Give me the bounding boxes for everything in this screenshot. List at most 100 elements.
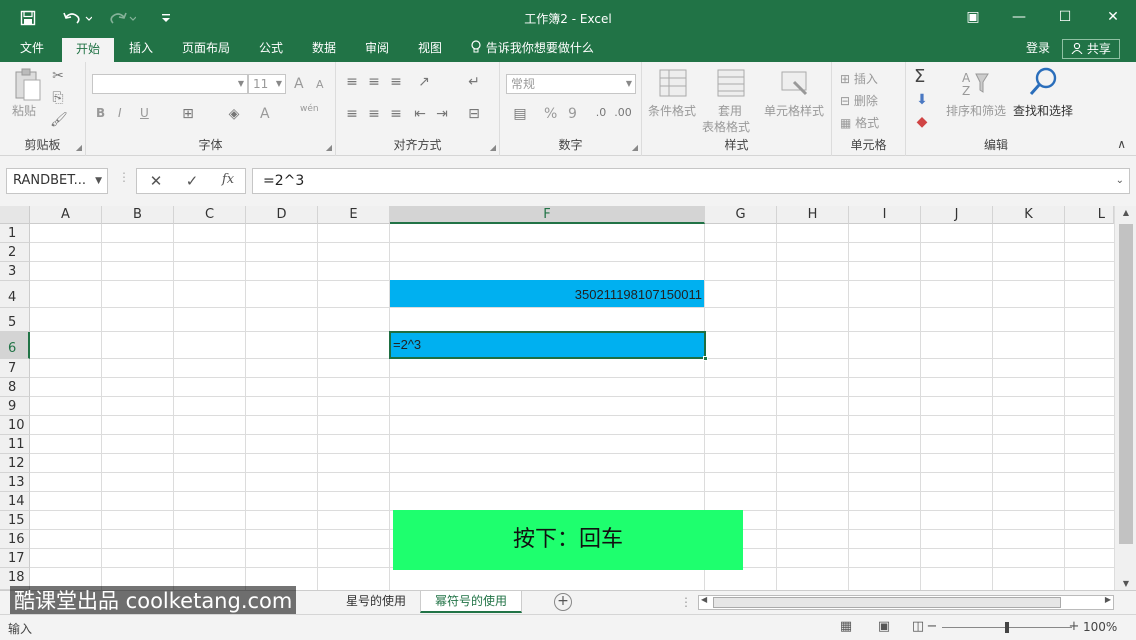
- row-header-5[interactable]: 5: [0, 308, 30, 332]
- cancel-button[interactable]: ✕: [145, 172, 167, 190]
- dialog-launcher-icon[interactable]: ◢: [326, 143, 332, 152]
- font-size-combo[interactable]: 11 ▼: [248, 74, 286, 94]
- font-color-button[interactable]: A: [260, 106, 270, 122]
- bold-button[interactable]: B: [96, 106, 105, 120]
- sheet-tab-power[interactable]: 幂符号的使用: [420, 591, 522, 613]
- format-painter-icon[interactable]: 🖌: [50, 112, 68, 128]
- dialog-launcher-icon[interactable]: ◢: [76, 143, 82, 152]
- zoom-in-icon[interactable]: +: [1066, 619, 1082, 635]
- underline-button[interactable]: U: [140, 106, 149, 120]
- row-header-3[interactable]: 3: [0, 262, 30, 281]
- share-button[interactable]: 共享: [1062, 39, 1120, 59]
- tab-review[interactable]: 审阅: [354, 36, 400, 62]
- zoom-out-icon[interactable]: −: [924, 619, 940, 635]
- undo-icon[interactable]: [60, 8, 94, 28]
- grow-font-button[interactable]: A: [294, 76, 304, 92]
- vertical-scrollbar[interactable]: ▲ ▼: [1114, 206, 1136, 590]
- page-layout-view-icon[interactable]: ▣: [876, 619, 892, 635]
- name-box[interactable]: RANDBET... ▼: [6, 168, 108, 194]
- sheet-tab-asterisk[interactable]: 星号的使用: [334, 591, 418, 613]
- border-icon[interactable]: ⊞: [178, 106, 198, 122]
- col-header-b[interactable]: B: [102, 206, 174, 224]
- conditional-format-icon[interactable]: [658, 68, 688, 98]
- zoom-slider-knob[interactable]: [1005, 622, 1009, 633]
- autosum-button[interactable]: Σ: [914, 66, 925, 87]
- tab-insert[interactable]: 插入: [116, 36, 166, 62]
- merge-center-icon[interactable]: ⊟: [464, 106, 484, 122]
- row-header-13[interactable]: 13: [0, 473, 30, 492]
- italic-button[interactable]: I: [118, 106, 122, 120]
- paste-icon[interactable]: [12, 68, 42, 102]
- format-as-table-icon[interactable]: [716, 68, 746, 98]
- col-header-a[interactable]: A: [30, 206, 102, 224]
- collapse-ribbon-button[interactable]: ∧: [1117, 137, 1126, 151]
- tab-page-layout[interactable]: 页面布局: [170, 36, 242, 62]
- wrap-text-icon[interactable]: ↵: [466, 74, 482, 90]
- format-cells-button[interactable]: ▦ 格式: [840, 114, 879, 131]
- align-top-icon[interactable]: ≡: [344, 74, 360, 90]
- dialog-launcher-icon[interactable]: ◢: [490, 143, 496, 152]
- tell-me-box[interactable]: 告诉我你想要做什么: [470, 36, 594, 62]
- col-header-c[interactable]: C: [174, 206, 246, 224]
- comma-button[interactable]: 9: [568, 106, 577, 122]
- tab-split-grip[interactable]: ⋮: [680, 595, 692, 609]
- formula-bar-grip[interactable]: ⋮: [118, 170, 130, 184]
- col-header-k[interactable]: K: [993, 206, 1065, 224]
- col-header-i[interactable]: I: [849, 206, 921, 224]
- fill-handle[interactable]: [703, 356, 708, 361]
- increase-decimal-icon[interactable]: .0: [592, 106, 610, 119]
- col-header-e[interactable]: E: [318, 206, 390, 224]
- login-link[interactable]: 登录: [1026, 36, 1050, 60]
- row-header-4[interactable]: 4: [0, 281, 30, 308]
- orientation-icon[interactable]: ↗: [414, 74, 434, 90]
- decrease-indent-icon[interactable]: ⇤: [412, 106, 428, 122]
- dialog-launcher-icon[interactable]: ◢: [632, 143, 638, 152]
- decrease-decimal-icon[interactable]: .00: [614, 106, 632, 119]
- ribbon-display-icon[interactable]: ▣: [950, 0, 996, 34]
- col-header-j[interactable]: J: [921, 206, 993, 224]
- cell-f4[interactable]: 350211198107150011: [390, 280, 704, 307]
- cell-f6-active[interactable]: =2^3: [389, 331, 708, 361]
- col-header-h[interactable]: H: [777, 206, 849, 224]
- zoom-level[interactable]: 100%: [1083, 620, 1117, 634]
- chevron-down-icon[interactable]: ⌄: [1116, 169, 1124, 193]
- align-center-icon[interactable]: ≡: [366, 106, 382, 122]
- scroll-up-icon[interactable]: ▲: [1115, 208, 1136, 217]
- eraser-icon[interactable]: ◆: [914, 114, 930, 130]
- row-header-12[interactable]: 12: [0, 454, 30, 473]
- insert-function-button[interactable]: fx: [217, 172, 239, 190]
- fill-down-icon[interactable]: ⬇: [914, 92, 930, 108]
- row-header-1[interactable]: 1: [0, 224, 30, 243]
- scroll-left-icon[interactable]: ◀: [701, 595, 707, 604]
- row-header-14[interactable]: 14: [0, 492, 30, 511]
- align-right-icon[interactable]: ≡: [388, 106, 404, 122]
- scroll-down-icon[interactable]: ▼: [1115, 579, 1136, 588]
- enter-button[interactable]: ✓: [181, 172, 203, 190]
- align-middle-icon[interactable]: ≡: [366, 74, 382, 90]
- delete-cells-button[interactable]: ⊟ 删除: [840, 92, 878, 109]
- shrink-font-button[interactable]: A: [316, 78, 324, 91]
- horizontal-scrollbar[interactable]: ◀ ▶: [698, 595, 1114, 610]
- scroll-thumb[interactable]: [1119, 224, 1133, 544]
- formula-input[interactable]: =2^3 ⌄: [252, 168, 1130, 194]
- hscroll-thumb[interactable]: [713, 597, 1061, 608]
- find-select-icon[interactable]: [1028, 66, 1058, 98]
- row-header-2[interactable]: 2: [0, 243, 30, 262]
- close-button[interactable]: ✕: [1090, 0, 1136, 34]
- scroll-right-icon[interactable]: ▶: [1105, 595, 1111, 604]
- row-header-15[interactable]: 15: [0, 511, 30, 530]
- row-header-6[interactable]: 6: [0, 332, 30, 359]
- normal-view-icon[interactable]: ▦: [838, 619, 854, 635]
- redo-icon[interactable]: [104, 8, 138, 28]
- sort-filter-icon[interactable]: AZ: [960, 68, 990, 98]
- row-header-11[interactable]: 11: [0, 435, 30, 454]
- fill-color-icon[interactable]: ◈: [224, 106, 244, 122]
- number-format-combo[interactable]: 常规 ▼: [506, 74, 636, 94]
- select-all-corner[interactable]: [0, 206, 30, 224]
- copy-icon[interactable]: ⎘: [50, 90, 66, 106]
- col-header-l[interactable]: L: [1065, 206, 1114, 224]
- cell-styles-icon[interactable]: [780, 68, 810, 98]
- col-header-d[interactable]: D: [246, 206, 318, 224]
- tab-data[interactable]: 数据: [300, 36, 348, 62]
- new-sheet-button[interactable]: +: [554, 593, 572, 611]
